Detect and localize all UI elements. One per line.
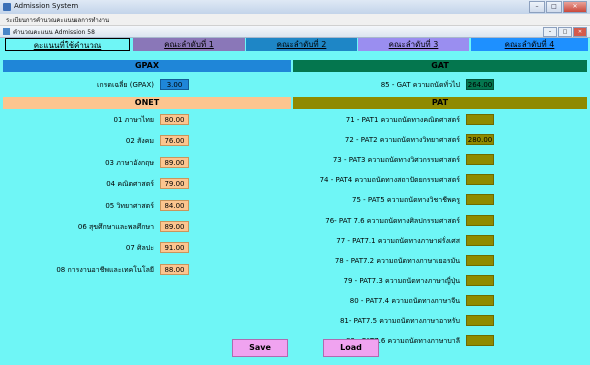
child-window-title: คำนวณคะแนน Admission 58 bbox=[13, 29, 95, 36]
pat-label: 78 - PAT7.2 ความถนัดทางภาษาเยอรมัน bbox=[334, 256, 460, 265]
pat-label: 77 - PAT7.1 ความถนัดทางภาษาฝรั่งเศส bbox=[336, 236, 460, 245]
onet-label: 06 สุขศึกษาและพลศึกษา bbox=[77, 223, 154, 231]
onet-label: 07 ศิลปะ bbox=[125, 244, 154, 253]
onet-label: 01 ภาษาไทย bbox=[113, 116, 154, 124]
child-minimize-button[interactable]: – bbox=[543, 27, 557, 37]
child-close-button[interactable]: ✕ bbox=[573, 27, 587, 37]
menu-item-registration[interactable]: ระเบียนการ bbox=[6, 15, 36, 25]
maximize-button[interactable]: □ bbox=[546, 1, 562, 13]
pat-label: 80 - PAT7.4 ความถนัดทางภาษาจีน bbox=[349, 296, 460, 305]
pat-label: 73 - PAT3 ความถนัดทางวิศวกรรมศาสตร์ bbox=[332, 156, 460, 165]
pat-label: 81- PAT7.5 ความถนัดทางภาษาอาหรับ bbox=[339, 317, 460, 325]
tab-faculty-2[interactable]: คณะลำดับที่ 2 bbox=[246, 38, 357, 51]
pat-label: 74 - PAT4 ความถนัดทางสถาปัตยกรรมศาสตร์ bbox=[319, 176, 460, 185]
onet-label: 08 การงานอาชีพและเทคโนโลยี bbox=[56, 265, 154, 274]
onet-score-field[interactable]: 79.00 bbox=[160, 178, 189, 190]
pat-score-field[interactable]: 280.00 bbox=[466, 134, 494, 146]
child-restore-button[interactable]: □ bbox=[558, 27, 572, 37]
onet-score-field[interactable]: 88.00 bbox=[160, 263, 189, 275]
menu-item-results[interactable]: ผลการทำงาน bbox=[74, 15, 109, 25]
gat-label: 85 - GAT ความถนัดทั่วไป bbox=[380, 81, 460, 89]
pat-score-field[interactable] bbox=[466, 194, 494, 206]
pat-score-field[interactable] bbox=[466, 274, 494, 286]
pat-label: 76- PAT 7.6 ความถนัดทางศิลปกรรมศาสตร์ bbox=[325, 216, 460, 225]
onet-score-field[interactable]: 91.00 bbox=[160, 242, 189, 254]
save-button[interactable]: Save bbox=[232, 339, 288, 357]
pat-score-field[interactable] bbox=[466, 174, 494, 186]
onet-score-field[interactable]: 80.00 bbox=[160, 114, 189, 125]
pat-header: PAT bbox=[293, 97, 587, 109]
app-icon bbox=[3, 3, 11, 11]
pat-score-field[interactable] bbox=[466, 335, 494, 347]
tab-scores[interactable]: คะแนนที่ใช้คำนวณ bbox=[5, 38, 130, 51]
pat-label: 71 - PAT1 ความถนัดทางคณิตศาสตร์ bbox=[345, 116, 460, 124]
calculation-window: คำนวณคะแนน Admission 58 – □ ✕ คะแนนที่ใช… bbox=[0, 26, 590, 365]
onet-header: ONET bbox=[3, 97, 291, 109]
gpax-label: เกรดเฉลี่ย (GPAX) bbox=[97, 81, 154, 89]
menu-item-calculate[interactable]: คำนวณคะแนน bbox=[36, 15, 76, 25]
onet-score-field[interactable]: 84.00 bbox=[160, 199, 189, 211]
pat-score-field[interactable] bbox=[466, 234, 494, 246]
pat-label: 75 - PAT5 ความถนัดทางวิชาชีพครู bbox=[352, 196, 460, 205]
pat-score-field[interactable] bbox=[466, 254, 494, 266]
tab-faculty-1[interactable]: คณะลำดับที่ 1 bbox=[133, 38, 245, 51]
pat-score-field[interactable] bbox=[466, 154, 494, 166]
tab-faculty-3[interactable]: คณะลำดับที่ 3 bbox=[358, 38, 469, 51]
onet-score-field[interactable]: 89.00 bbox=[160, 221, 189, 232]
onet-score-field[interactable]: 89.00 bbox=[160, 156, 189, 168]
pat-label: 72 - PAT2 ความถนัดทางวิทยาศาสตร์ bbox=[344, 136, 460, 145]
load-button[interactable]: Load bbox=[323, 339, 379, 357]
pat-score-field[interactable] bbox=[466, 294, 494, 306]
minimize-button[interactable]: – bbox=[529, 1, 545, 13]
pat-score-field[interactable] bbox=[466, 214, 494, 226]
gpax-field[interactable]: 3.00 bbox=[160, 79, 189, 90]
gpax-header: GPAX bbox=[3, 60, 291, 72]
gat-header: GAT bbox=[293, 60, 587, 72]
gat-field[interactable]: 264.00 bbox=[466, 79, 494, 90]
document-icon bbox=[3, 28, 10, 35]
onet-score-field[interactable]: 76.00 bbox=[160, 135, 189, 147]
window-title: Admission System bbox=[14, 2, 79, 10]
pat-score-field[interactable] bbox=[466, 114, 494, 125]
child-title-bar: คำนวณคะแนน Admission 58 – □ ✕ bbox=[0, 26, 590, 38]
pat-score-field[interactable] bbox=[466, 315, 494, 326]
close-button[interactable]: ✕ bbox=[563, 1, 587, 13]
onet-label: 02 สังคม bbox=[125, 137, 154, 146]
pat-label: 79 - PAT7.3 ความถนัดทางภาษาญี่ปุ่น bbox=[343, 276, 460, 285]
onet-label: 03 ภาษาอังกฤษ bbox=[105, 158, 154, 167]
onet-label: 04 คณิตศาสตร์ bbox=[106, 180, 154, 189]
title-bar: Admission System – □ ✕ bbox=[0, 0, 590, 15]
menu-bar: ระเบียนการ คำนวณคะแนน ผลการทำงาน bbox=[0, 14, 590, 26]
tab-faculty-4[interactable]: คณะลำดับที่ 4 bbox=[471, 38, 588, 51]
onet-label: 05 วิทยาศาสตร์ bbox=[105, 201, 154, 210]
